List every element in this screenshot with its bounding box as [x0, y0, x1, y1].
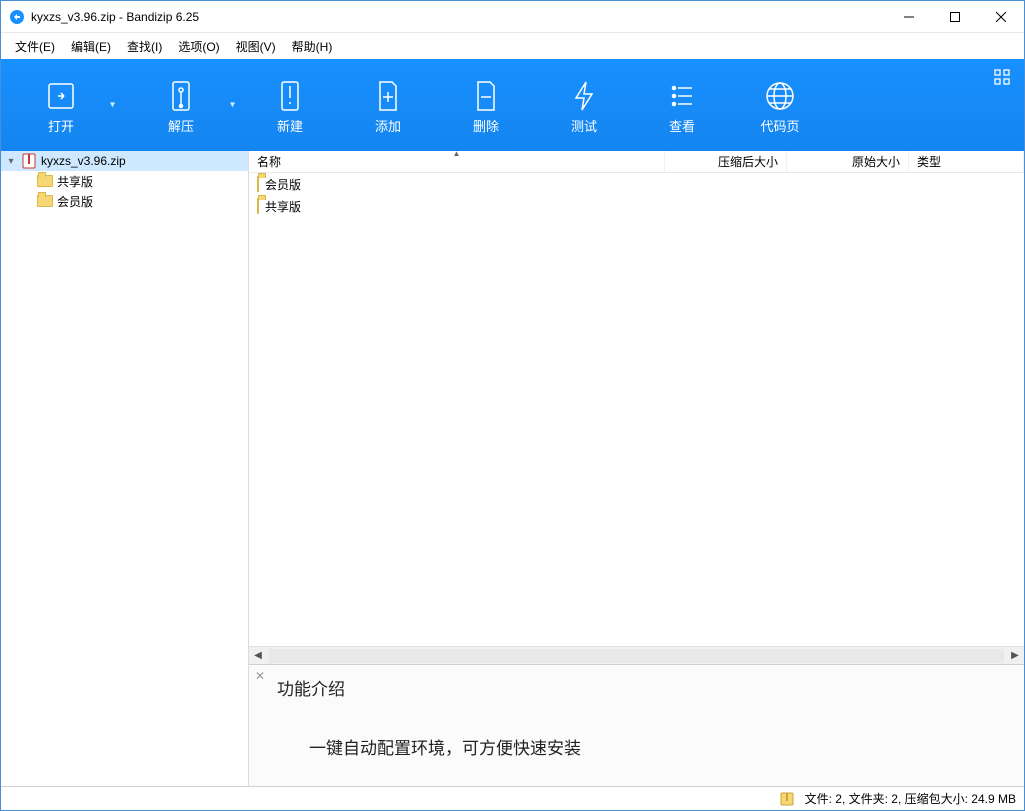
tree-item-label: 会员版: [57, 193, 93, 210]
titlebar[interactable]: kyxzs_v3.96.zip - Bandizip 6.25: [1, 1, 1024, 33]
info-heading: 功能介绍: [277, 675, 1010, 700]
list-item[interactable]: 共享版: [249, 195, 1024, 217]
toolbar-extract[interactable]: 解压 ▾: [121, 59, 241, 151]
maximize-button[interactable]: [932, 1, 978, 33]
toolbar-test[interactable]: 测试: [535, 59, 633, 151]
close-icon: [996, 12, 1006, 22]
open-icon: [43, 78, 79, 114]
statusbar: 文件: 2, 文件夹: 2, 压缩包大小: 24.9 MB: [1, 786, 1024, 810]
tree-root[interactable]: ▾ kyxzs_v3.96.zip: [1, 151, 248, 171]
minimize-icon: [904, 12, 914, 22]
menu-view[interactable]: 视图(V): [228, 35, 284, 58]
new-archive-icon: [272, 78, 308, 114]
add-file-icon: [370, 78, 406, 114]
globe-icon: [762, 78, 798, 114]
close-button[interactable]: [978, 1, 1024, 33]
chevron-down-icon[interactable]: ▾: [110, 100, 115, 111]
app-icon: [9, 9, 25, 25]
tree-panel[interactable]: ▾ kyxzs_v3.96.zip 共享版 会员版: [1, 151, 249, 786]
column-packed-size[interactable]: 压缩后大小: [665, 151, 787, 172]
folder-icon: [37, 193, 53, 209]
column-name[interactable]: 名称 ▲: [249, 151, 665, 172]
archive-icon: [21, 153, 37, 169]
view-list-icon: [664, 78, 700, 114]
content-panel: 名称 ▲ 压缩后大小 原始大小 类型 会员版 共享版 ◀: [249, 151, 1024, 786]
menu-options[interactable]: 选项(O): [170, 35, 227, 58]
menubar: 文件(E) 编辑(E) 查找(I) 选项(O) 视图(V) 帮助(H): [1, 33, 1024, 59]
minimize-button[interactable]: [886, 1, 932, 33]
toolbar-open[interactable]: 打开 ▾: [1, 59, 121, 151]
folder-icon: [37, 173, 53, 189]
file-list[interactable]: 会员版 共享版: [249, 173, 1024, 646]
file-name: 会员版: [265, 176, 301, 193]
app-window: kyxzs_v3.96.zip - Bandizip 6.25 文件(E) 编辑…: [0, 0, 1025, 811]
delete-file-icon: [468, 78, 504, 114]
dashboard-icon[interactable]: [994, 69, 1010, 85]
scroll-left-icon[interactable]: ◀: [249, 650, 267, 661]
toolbar: 打开 ▾ 解压 ▾ 新建 添加 删除: [1, 59, 1024, 151]
tree-item[interactable]: 会员版: [1, 191, 248, 211]
sort-asc-icon: ▲: [453, 149, 461, 158]
file-name: 共享版: [265, 198, 301, 215]
tree-root-label: kyxzs_v3.96.zip: [41, 154, 126, 168]
folder-icon: [257, 177, 259, 191]
info-description: 一键自动配置环境，可方便快速安装: [309, 734, 1010, 759]
menu-edit[interactable]: 编辑(E): [63, 35, 119, 58]
horizontal-scrollbar[interactable]: ◀ ▶: [249, 646, 1024, 664]
window-title: kyxzs_v3.96.zip - Bandizip 6.25: [31, 10, 199, 24]
tree-item[interactable]: 共享版: [1, 171, 248, 191]
close-panel-icon[interactable]: ✕: [255, 669, 265, 683]
archive-status-icon: [779, 791, 795, 807]
column-original-size[interactable]: 原始大小: [787, 151, 909, 172]
scroll-right-icon[interactable]: ▶: [1006, 650, 1024, 661]
info-panel: ✕ 功能介绍 一键自动配置环境，可方便快速安装: [249, 664, 1024, 786]
column-type[interactable]: 类型: [909, 151, 1024, 172]
toolbar-delete[interactable]: 删除: [437, 59, 535, 151]
tree-item-label: 共享版: [57, 173, 93, 190]
toolbar-new[interactable]: 新建: [241, 59, 339, 151]
test-icon: [566, 78, 602, 114]
list-item[interactable]: 会员版: [249, 173, 1024, 195]
maximize-icon: [950, 12, 960, 22]
list-header: 名称 ▲ 压缩后大小 原始大小 类型: [249, 151, 1024, 173]
body: ▾ kyxzs_v3.96.zip 共享版 会员版 名称: [1, 151, 1024, 786]
extract-icon: [163, 78, 199, 114]
status-text: 文件: 2, 文件夹: 2, 压缩包大小: 24.9 MB: [805, 790, 1016, 807]
toolbar-add[interactable]: 添加: [339, 59, 437, 151]
tree-collapse-icon[interactable]: ▾: [5, 156, 17, 167]
menu-file[interactable]: 文件(E): [7, 35, 63, 58]
toolbar-view[interactable]: 查看: [633, 59, 731, 151]
menu-find[interactable]: 查找(I): [119, 35, 170, 58]
scroll-track[interactable]: [269, 649, 1004, 663]
menu-help[interactable]: 帮助(H): [284, 35, 341, 58]
toolbar-codepage[interactable]: 代码页: [731, 59, 829, 151]
folder-icon: [257, 199, 259, 213]
chevron-down-icon[interactable]: ▾: [230, 100, 235, 111]
